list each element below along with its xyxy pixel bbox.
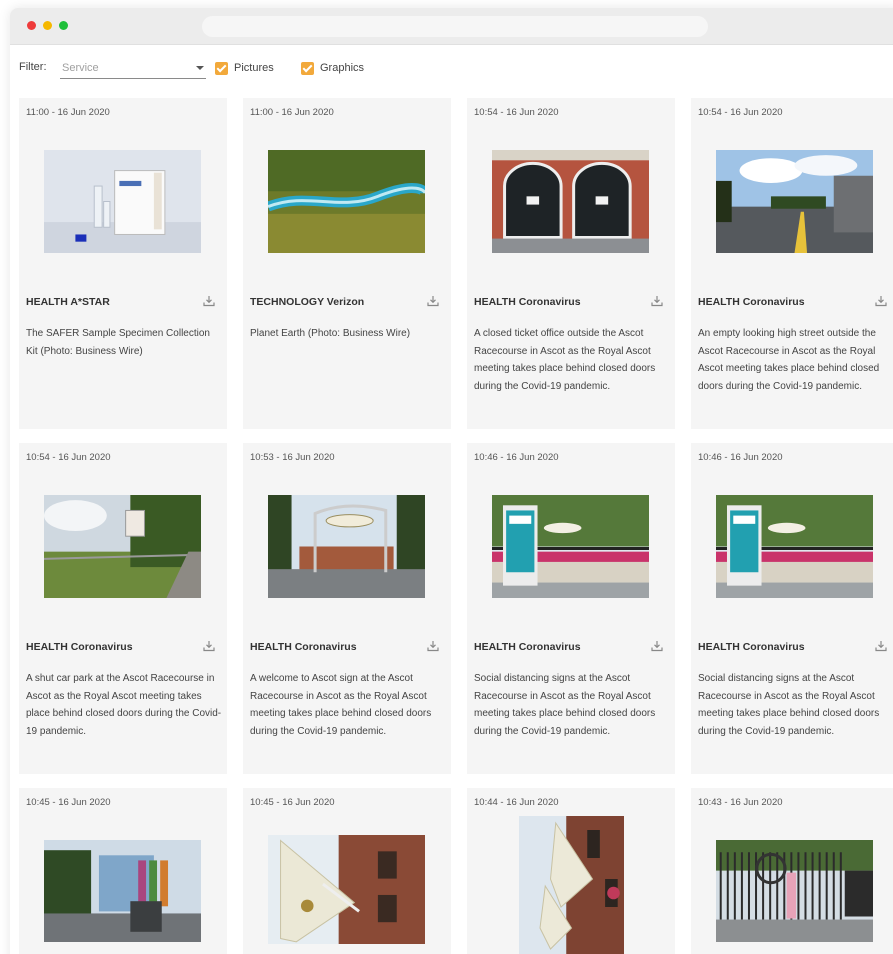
chevron-down-icon — [196, 66, 204, 70]
download-icon[interactable] — [427, 639, 439, 652]
media-card[interactable]: 10:45 - 16 Jun 2020 — [243, 788, 451, 954]
car-park-photo[interactable] — [44, 495, 201, 598]
card-description: Social distancing signs at the Ascot Rac… — [698, 673, 880, 737]
pictures-label: Pictures — [234, 62, 274, 74]
royal-ascot-flag-photo[interactable] — [268, 835, 425, 944]
card-description: The SAFER Sample Specimen Collection Kit… — [26, 328, 210, 357]
media-card[interactable]: 11:00 - 16 Jun 2020 TECHNOLOGY Verizon Pl… — [243, 98, 451, 429]
high-street-photo[interactable] — [716, 150, 873, 253]
browser-window: Filter: Service Pictures Graphics 11:00 … — [10, 8, 893, 954]
download-icon[interactable] — [875, 294, 887, 307]
filter-label: Filter: — [19, 61, 47, 73]
card-timestamp: 10:44 - 16 Jun 2020 — [474, 797, 559, 808]
closed-gates-photo[interactable] — [716, 840, 873, 942]
address-bar[interactable] — [202, 16, 708, 37]
card-timestamp: 10:46 - 16 Jun 2020 — [698, 452, 783, 463]
media-card[interactable]: 10:54 - 16 Jun 2020 HEALTH Coronavirus A … — [467, 98, 675, 429]
media-card[interactable]: 10:54 - 16 Jun 2020 HEALTH Coronavirus An… — [691, 98, 893, 429]
card-timestamp: 10:53 - 16 Jun 2020 — [250, 452, 335, 463]
card-description: Social distancing signs at the Ascot Rac… — [474, 673, 656, 737]
card-timestamp: 10:43 - 16 Jun 2020 — [698, 797, 783, 808]
ticket-office-photo[interactable] — [492, 150, 649, 253]
graphics-label: Graphics — [320, 62, 365, 74]
distancing-sign-photo[interactable] — [492, 495, 649, 598]
media-card[interactable]: 11:00 - 16 Jun 2020 HEALTH A*STAR The SAF… — [19, 98, 227, 429]
card-timestamp: 11:00 - 16 Jun 2020 — [26, 107, 110, 118]
card-category: TECHNOLOGY Verizon — [250, 296, 365, 308]
service-select-value: Service — [62, 62, 99, 74]
card-timestamp: 10:54 - 16 Jun 2020 — [698, 107, 783, 118]
card-category: HEALTH Coronavirus — [698, 296, 805, 308]
card-timestamp: 10:46 - 16 Jun 2020 — [474, 452, 559, 463]
download-icon[interactable] — [203, 294, 215, 307]
download-icon[interactable] — [203, 639, 215, 652]
card-timestamp: 10:54 - 16 Jun 2020 — [474, 107, 559, 118]
card-description: Planet Earth (Photo: Business Wire) — [250, 328, 411, 339]
filter-bar: Filter: Service Pictures Graphics — [10, 46, 893, 86]
card-category: HEALTH Coronavirus — [698, 641, 805, 653]
download-icon[interactable] — [651, 639, 663, 652]
media-card[interactable]: 10:46 - 16 Jun 2020 HEALTH Coronavirus So… — [691, 443, 893, 774]
gate-flags-photo[interactable] — [44, 840, 201, 942]
media-card[interactable]: 10:44 - 16 Jun 2020 — [467, 788, 675, 954]
card-timestamp: 11:00 - 16 Jun 2020 — [250, 107, 334, 118]
minimize-window-button[interactable] — [43, 21, 52, 30]
card-category: HEALTH Coronavirus — [474, 641, 581, 653]
media-card[interactable]: 10:53 - 16 Jun 2020 HEALTH Coronavirus A … — [243, 443, 451, 774]
specimen-kit-photo[interactable] — [44, 150, 201, 253]
card-description: An empty looking high street outside the… — [698, 328, 880, 392]
river-aerial-photo[interactable] — [268, 150, 425, 253]
download-icon[interactable] — [875, 639, 887, 652]
distancing-sign-photo[interactable] — [716, 495, 873, 598]
card-timestamp: 10:54 - 16 Jun 2020 — [26, 452, 111, 463]
card-timestamp: 10:45 - 16 Jun 2020 — [250, 797, 335, 808]
service-select[interactable]: Service — [60, 56, 206, 79]
checkbox-checked-icon — [215, 62, 228, 75]
card-category: HEALTH A*STAR — [26, 296, 110, 308]
maximize-window-button[interactable] — [59, 21, 68, 30]
checkbox-checked-icon — [301, 62, 314, 75]
close-window-button[interactable] — [27, 21, 36, 30]
card-category: HEALTH Coronavirus — [474, 296, 581, 308]
download-icon[interactable] — [651, 294, 663, 307]
download-icon[interactable] — [427, 294, 439, 307]
card-description: A closed ticket office outside the Ascot… — [474, 328, 656, 392]
card-description: A shut car park at the Ascot Racecourse … — [26, 673, 222, 737]
title-bar — [10, 8, 893, 45]
card-category: HEALTH Coronavirus — [250, 641, 357, 653]
royal-ascot-flags-building-photo[interactable] — [519, 816, 624, 954]
card-category: HEALTH Coronavirus — [26, 641, 133, 653]
welcome-sign-photo[interactable] — [268, 495, 425, 598]
card-description: A welcome to Ascot sign at the Ascot Rac… — [250, 673, 432, 737]
media-card[interactable]: 10:43 - 16 Jun 2020 — [691, 788, 893, 954]
media-card[interactable]: 10:46 - 16 Jun 2020 HEALTH Coronavirus So… — [467, 443, 675, 774]
card-timestamp: 10:45 - 16 Jun 2020 — [26, 797, 111, 808]
media-card[interactable]: 10:54 - 16 Jun 2020 HEALTH Coronavirus A … — [19, 443, 227, 774]
media-card[interactable]: 10:45 - 16 Jun 2020 — [19, 788, 227, 954]
